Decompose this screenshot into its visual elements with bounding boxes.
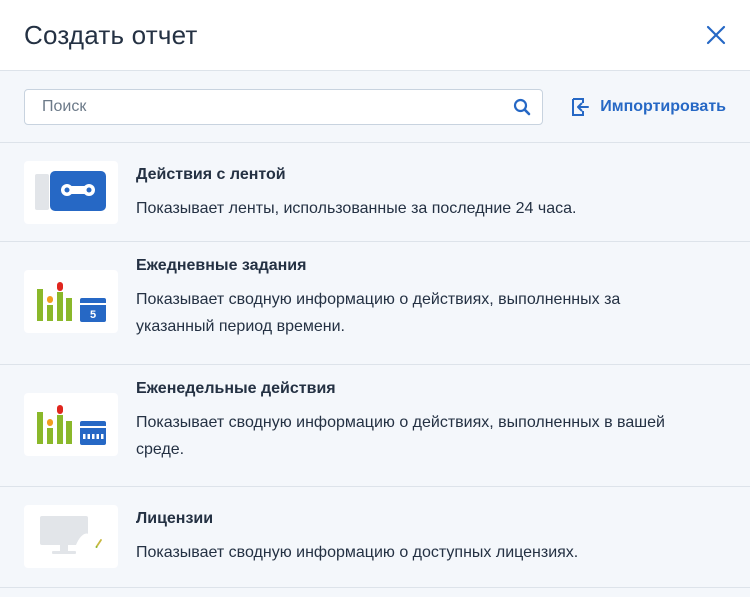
toolbar: Импортировать — [0, 71, 750, 143]
dialog-header: Создать отчет — [0, 0, 750, 71]
report-description: Показывает сводную информацию о доступны… — [136, 544, 579, 561]
search-input[interactable] — [42, 97, 512, 116]
tape-icon — [35, 171, 106, 211]
report-title: Лицензии — [136, 510, 214, 527]
report-item-tape-activity[interactable]: Действия с лентой Показывает ленты, испо… — [0, 143, 750, 242]
import-label: Импортировать — [600, 97, 726, 115]
report-thumb — [24, 393, 118, 456]
report-thumb: 5 — [24, 270, 118, 333]
create-report-dialog: Создать отчет Поиск Импортировать Действ… — [0, 0, 750, 597]
report-list: Действия с лентой Показывает ленты, испо… — [0, 143, 750, 588]
report-thumb — [24, 505, 118, 568]
report-text: Ежедневные задания Показывает сводную ин… — [136, 252, 696, 340]
close-icon — [706, 25, 726, 45]
report-text: Лицензии Показывает сводную информацию о… — [136, 505, 578, 566]
license-monitor-icon — [40, 516, 102, 554]
report-item-weekly-activity[interactable]: Еженедельные действия Показывает сводную… — [0, 365, 750, 487]
search-box — [24, 88, 543, 125]
calendar-day: 5 — [90, 309, 96, 321]
report-description: Показывает сводную информацию о действия… — [136, 291, 621, 335]
import-button[interactable]: Импортировать — [570, 96, 726, 118]
close-button[interactable] — [702, 21, 730, 49]
report-description: Показывает сводную информацию о действия… — [136, 414, 665, 458]
import-icon — [570, 96, 592, 118]
report-thumb — [24, 161, 118, 224]
report-title: Ежедневные задания — [136, 257, 307, 274]
report-title: Еженедельные действия — [136, 380, 336, 397]
report-description: Показывает ленты, использованные за посл… — [136, 200, 577, 217]
report-title: Действия с лентой — [136, 166, 286, 183]
dialog-title: Создать отчет — [24, 19, 198, 50]
report-text: Еженедельные действия Показывает сводную… — [136, 375, 696, 463]
daily-chart-calendar-icon: 5 — [37, 282, 106, 322]
weekly-chart-calendar-icon — [37, 405, 106, 445]
search-icon[interactable] — [512, 97, 532, 117]
report-item-licenses[interactable]: Лицензии Показывает сводную информацию о… — [0, 487, 750, 588]
report-item-daily-tasks[interactable]: 5 Ежедневные задания Показывает сводную … — [0, 242, 750, 365]
report-text: Действия с лентой Показывает ленты, испо… — [136, 161, 576, 222]
